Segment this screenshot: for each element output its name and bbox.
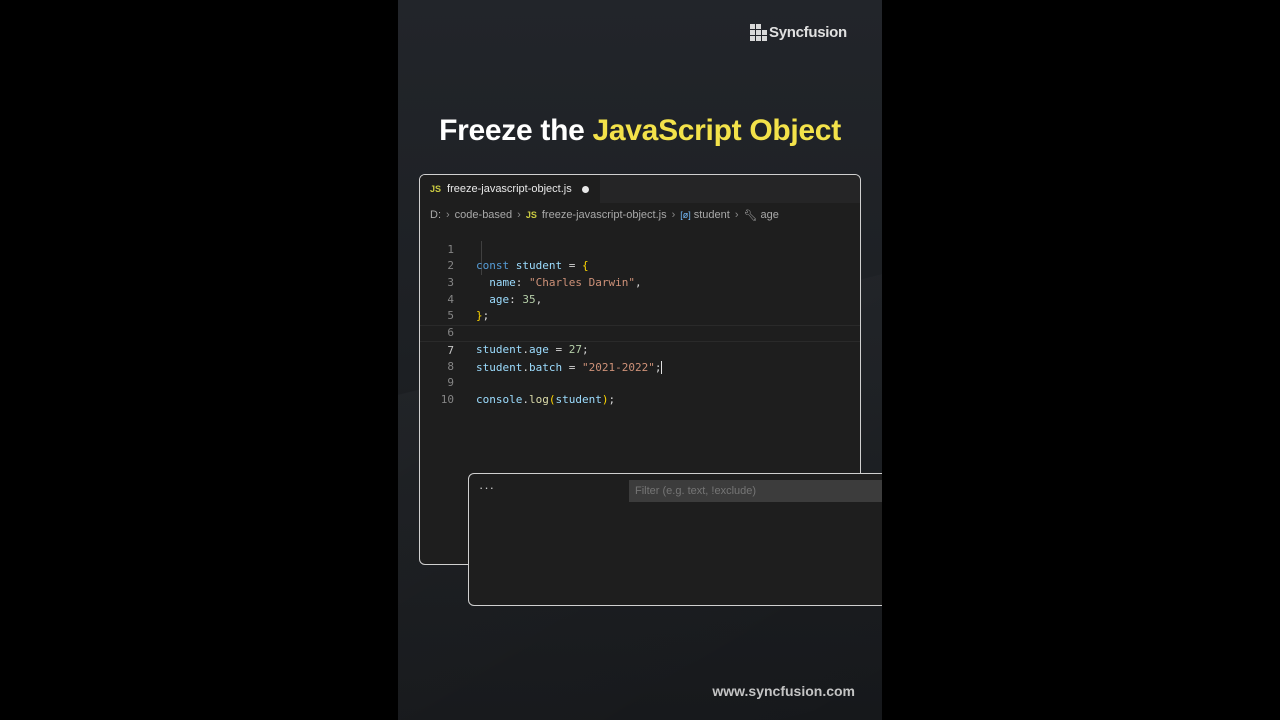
syncfusion-logo: Syncfusion <box>750 21 847 43</box>
breadcrumb-folder[interactable]: code-based <box>455 209 513 221</box>
more-actions-icon[interactable]: ··· <box>479 480 495 495</box>
title-highlight: JavaScript Object <box>592 114 842 147</box>
chevron-right-icon: › <box>734 209 739 221</box>
breadcrumb-property[interactable]: age <box>760 209 778 221</box>
code-area[interactable]: 1 const student = { 2 name: "Charles Dar… <box>420 225 860 406</box>
code-line: 10 <box>420 375 860 406</box>
js-file-icon: JS <box>430 184 442 194</box>
title-prefix: Freeze the <box>439 114 593 147</box>
code-line: 9 console.log(student); <box>420 359 860 406</box>
code-text: console.log(student); <box>476 392 616 406</box>
chevron-right-icon: › <box>517 209 521 221</box>
video-panel: Syncfusion Freeze the JavaScript Object … <box>398 0 882 720</box>
tab-freeze-javascript-object[interactable]: JS freeze-javascript-object.js <box>420 175 600 203</box>
chevron-right-icon: › <box>446 209 450 221</box>
output-filter-input[interactable] <box>629 480 882 502</box>
code-line-current: 7 student.batch = "2021-2022"; <box>420 325 860 375</box>
footer-url[interactable]: www.syncfusion.com <box>712 683 855 699</box>
code-line: 3 age: 35, <box>420 258 860 306</box>
code-line: 8 <box>420 342 860 373</box>
breadcrumb-symbol[interactable]: student <box>694 209 730 221</box>
code-line: 5 <box>420 292 860 322</box>
js-file-icon: JS <box>525 210 537 220</box>
code-line: 4 }; <box>420 275 860 323</box>
code-line: 6 student.age = 27; <box>420 308 860 356</box>
logo-mark-icon <box>750 23 767 41</box>
tab-label: freeze-javascript-object.js <box>447 183 572 195</box>
page-title: Freeze the JavaScript Object <box>398 114 882 148</box>
line-number: 10 <box>440 392 454 406</box>
breadcrumb-drive[interactable]: D: <box>430 209 441 221</box>
code-line: 2 name: "Charles Darwin", <box>420 242 860 289</box>
code-line: 1 const student = { <box>420 225 860 273</box>
unsaved-dot-icon[interactable] <box>581 185 589 193</box>
logo-text: Syncfusion <box>769 23 847 41</box>
variable-symbol-icon: [ø] <box>680 210 691 220</box>
breadcrumb: D: › code-based › JS freeze-javascript-o… <box>430 207 779 223</box>
breadcrumb-file[interactable]: freeze-javascript-object.js <box>542 209 667 221</box>
chevron-right-icon: › <box>671 209 676 221</box>
output-panel: ··· <box>468 473 882 606</box>
property-wrench-icon: 🔧︎ <box>743 209 758 222</box>
